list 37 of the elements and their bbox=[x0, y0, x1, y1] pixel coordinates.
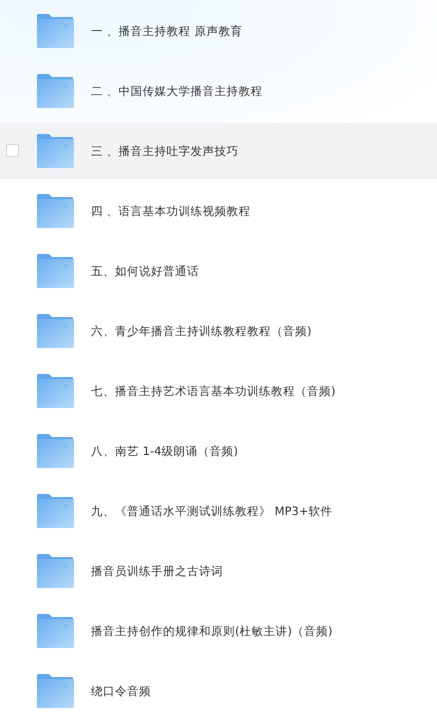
folder-icon bbox=[37, 74, 74, 108]
folder-name: 三 、播音主持吐字发声技巧 bbox=[91, 144, 239, 158]
folder-row[interactable]: 播音主持创作的规律和原则(杜敏主讲)（音频) bbox=[0, 603, 437, 659]
folder-icon bbox=[37, 14, 74, 48]
folder-name: 六、青少年播音主持训练教程教程（音频) bbox=[91, 324, 312, 338]
folder-row[interactable]: 七、播音主持艺术语言基本功训练教程（音频) bbox=[0, 363, 437, 419]
folder-row[interactable]: 一 、播音主持教程 原声教育 bbox=[0, 3, 437, 59]
folder-icon bbox=[37, 434, 74, 468]
checkbox[interactable] bbox=[6, 144, 19, 157]
folder-icon bbox=[37, 674, 74, 708]
folder-icon bbox=[37, 554, 74, 588]
folder-name: 五、如何说好普通话 bbox=[91, 264, 199, 278]
folder-name: 一 、播音主持教程 原声教育 bbox=[91, 24, 242, 38]
folder-row[interactable]: 六、青少年播音主持训练教程教程（音频) bbox=[0, 303, 437, 359]
folder-row[interactable]: 五、如何说好普通话 bbox=[0, 243, 437, 299]
folder-name: 四 、语言基本功训练视频教程 bbox=[91, 204, 251, 218]
folder-row[interactable]: 播音员训练手册之古诗词 bbox=[0, 543, 437, 599]
folder-name: 七、播音主持艺术语言基本功训练教程（音频) bbox=[91, 384, 336, 398]
folder-name: 播音员训练手册之古诗词 bbox=[91, 564, 223, 578]
folder-row[interactable]: 八、南艺 1-4级朗诵（音频) bbox=[0, 423, 437, 479]
folder-name: 绕口令音频 bbox=[91, 684, 151, 698]
folder-icon bbox=[37, 614, 74, 648]
folder-name: 播音主持创作的规律和原则(杜敏主讲)（音频) bbox=[91, 624, 332, 638]
folder-icon bbox=[37, 194, 74, 228]
folder-row[interactable]: 绕口令音频 bbox=[0, 663, 437, 719]
folder-icon bbox=[37, 374, 74, 408]
folder-icon bbox=[37, 314, 74, 348]
folder-icon bbox=[37, 254, 74, 288]
folder-row[interactable]: 四 、语言基本功训练视频教程 bbox=[0, 183, 437, 239]
folder-name: 二 、中国传媒大学播音主持教程 bbox=[91, 84, 263, 98]
folder-icon bbox=[37, 494, 74, 528]
folder-row[interactable]: 三 、播音主持吐字发声技巧 bbox=[0, 123, 437, 179]
folder-row[interactable]: 二 、中国传媒大学播音主持教程 bbox=[0, 63, 437, 119]
folder-name: 九、《普通话水平测试训练教程》 MP3+软件 bbox=[91, 504, 332, 518]
folder-icon bbox=[37, 134, 74, 168]
folder-row[interactable]: 九、《普通话水平测试训练教程》 MP3+软件 bbox=[0, 483, 437, 539]
folder-name: 八、南艺 1-4级朗诵（音频) bbox=[91, 444, 238, 458]
